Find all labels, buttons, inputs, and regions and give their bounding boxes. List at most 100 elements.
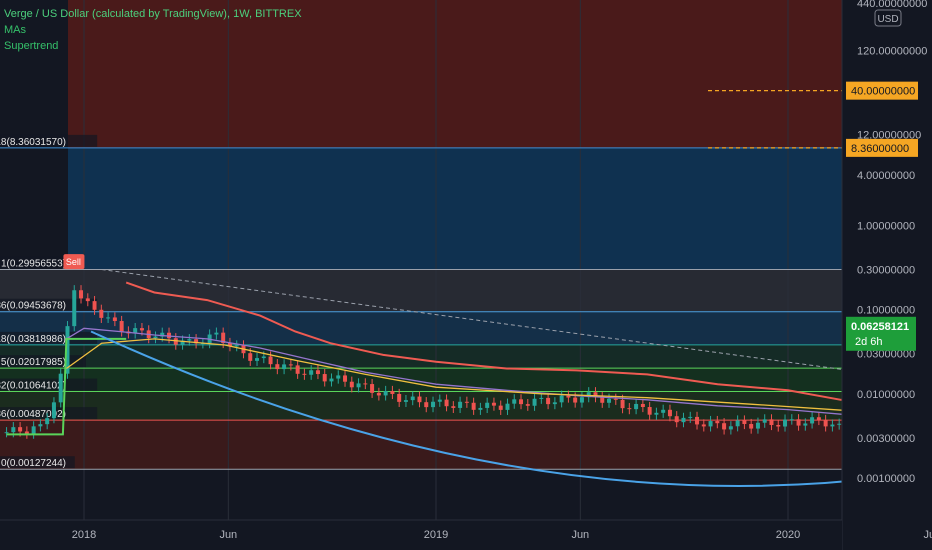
candle-body [762, 419, 767, 423]
chart-canvas[interactable]: 0.618(8.36031570) 1(0.29956553) 0.786(0.09… [0, 0, 932, 550]
time-label-4: 2020 [776, 529, 800, 541]
candle-body [498, 405, 503, 410]
candle-body [11, 427, 16, 433]
time-label-3: Jun [571, 529, 589, 541]
candle-body [505, 403, 510, 410]
price-tick-0: 440.00000000 [857, 0, 927, 10]
price-tick-6: 1.00000000 [857, 220, 915, 232]
candle-body [837, 423, 842, 425]
candle-body [701, 424, 706, 427]
candle-body [261, 356, 266, 359]
target-price-text-1: 8.36000000 [851, 143, 909, 155]
fib-label-text-4: 0.5(0.02017985) [0, 357, 66, 368]
candle-body [424, 402, 429, 408]
candle-body [417, 396, 422, 403]
currency-label: USD [877, 14, 898, 25]
fib-label-2: 0.786(0.09453678) [0, 298, 98, 312]
candle-body [749, 424, 754, 429]
symbol-title[interactable]: Verge / US Dollar (calculated by Trading… [4, 6, 302, 22]
candle-body [640, 403, 645, 408]
candle-body [647, 407, 652, 415]
candle-body [478, 407, 483, 410]
chart-legend: Verge / US Dollar (calculated by Trading… [4, 6, 302, 54]
signal-label-0: Sell [66, 257, 81, 267]
candle-body [566, 395, 571, 398]
candle-body [437, 399, 442, 402]
candle-body [519, 399, 524, 405]
candle-body [464, 401, 469, 403]
candle-body [58, 373, 63, 403]
candle-body [309, 370, 314, 375]
candle-body [627, 408, 632, 410]
candle-body [667, 409, 672, 417]
last-price-text: 0.06258121 [851, 321, 909, 333]
target-price-text-0: 40.00000000 [851, 86, 915, 98]
candle-body [620, 399, 625, 409]
indicator-supertrend[interactable]: Supertrend [4, 38, 302, 54]
candle-body [275, 364, 280, 370]
fib-label-text-1: 1(0.29956553) [1, 259, 66, 270]
candle-body [383, 390, 388, 396]
candle-body [302, 373, 307, 375]
candle-body [72, 290, 77, 327]
time-label-2: 2019 [424, 529, 448, 541]
candle-body [234, 345, 239, 347]
time-axis[interactable] [0, 520, 842, 550]
candle-body [600, 397, 605, 403]
candle-body [24, 431, 29, 434]
candle-body [397, 393, 402, 402]
candle-body [343, 375, 348, 382]
candle-body [4, 432, 9, 434]
candle-body [823, 419, 828, 427]
candle-body [79, 290, 84, 299]
fib-zone-236-0 [0, 420, 842, 470]
candle-body [695, 416, 700, 425]
fib-label-text-2: 0.786(0.09453678) [0, 301, 66, 312]
candle-body [431, 401, 436, 408]
candle-body [769, 419, 774, 425]
fib-label-text-7: 0(0.00127244) [1, 458, 66, 469]
candle-body [735, 420, 740, 427]
candle-body [573, 397, 578, 403]
fib-label-6: 0.236(0.00487092) [0, 407, 98, 420]
candle-body [349, 381, 354, 388]
candle-body [336, 375, 341, 379]
candle-body [607, 398, 612, 403]
candle-body [755, 422, 760, 429]
candle-body [742, 420, 747, 425]
candle-body [85, 298, 90, 302]
fib-label-4: 0.5(0.02017985) [0, 355, 86, 368]
candle-body [634, 403, 639, 410]
candle-body [661, 409, 666, 413]
fib-label-5: 0.382(0.01064102) [0, 378, 98, 392]
indicator-mas[interactable]: MAs [4, 22, 302, 38]
candle-body [491, 402, 496, 406]
price-tick-10: 0.01000000 [857, 389, 915, 401]
candle-body [31, 426, 36, 434]
candle-body [255, 358, 260, 361]
price-tick-8: 0.10000000 [857, 305, 915, 317]
candle-body [688, 416, 693, 418]
time-label-0: 2018 [72, 529, 96, 541]
target-price-badge-1: 8.36000000 [846, 138, 918, 157]
candle-body [728, 426, 733, 430]
candle-body [106, 317, 111, 319]
candle-body [444, 399, 449, 407]
candle-body [512, 399, 517, 404]
fib-label-text-5: 0.382(0.01064102) [0, 381, 66, 392]
candle-body [112, 317, 117, 322]
candle-body [282, 364, 287, 370]
signal-sell-marker[interactable]: Sell [63, 254, 85, 270]
fib-zone-5-382 [0, 368, 842, 392]
time-label-5: Jun [923, 529, 932, 541]
candle-body [776, 424, 781, 427]
candle-body [830, 424, 835, 427]
candle-body [816, 417, 821, 420]
candle-body [38, 424, 43, 427]
target-price-badge-0: 40.00000000 [846, 81, 918, 100]
candle-body [370, 384, 375, 393]
candle-body [322, 374, 327, 382]
candle-body [410, 396, 415, 401]
candle-body [363, 383, 368, 385]
candle-body [532, 398, 537, 406]
